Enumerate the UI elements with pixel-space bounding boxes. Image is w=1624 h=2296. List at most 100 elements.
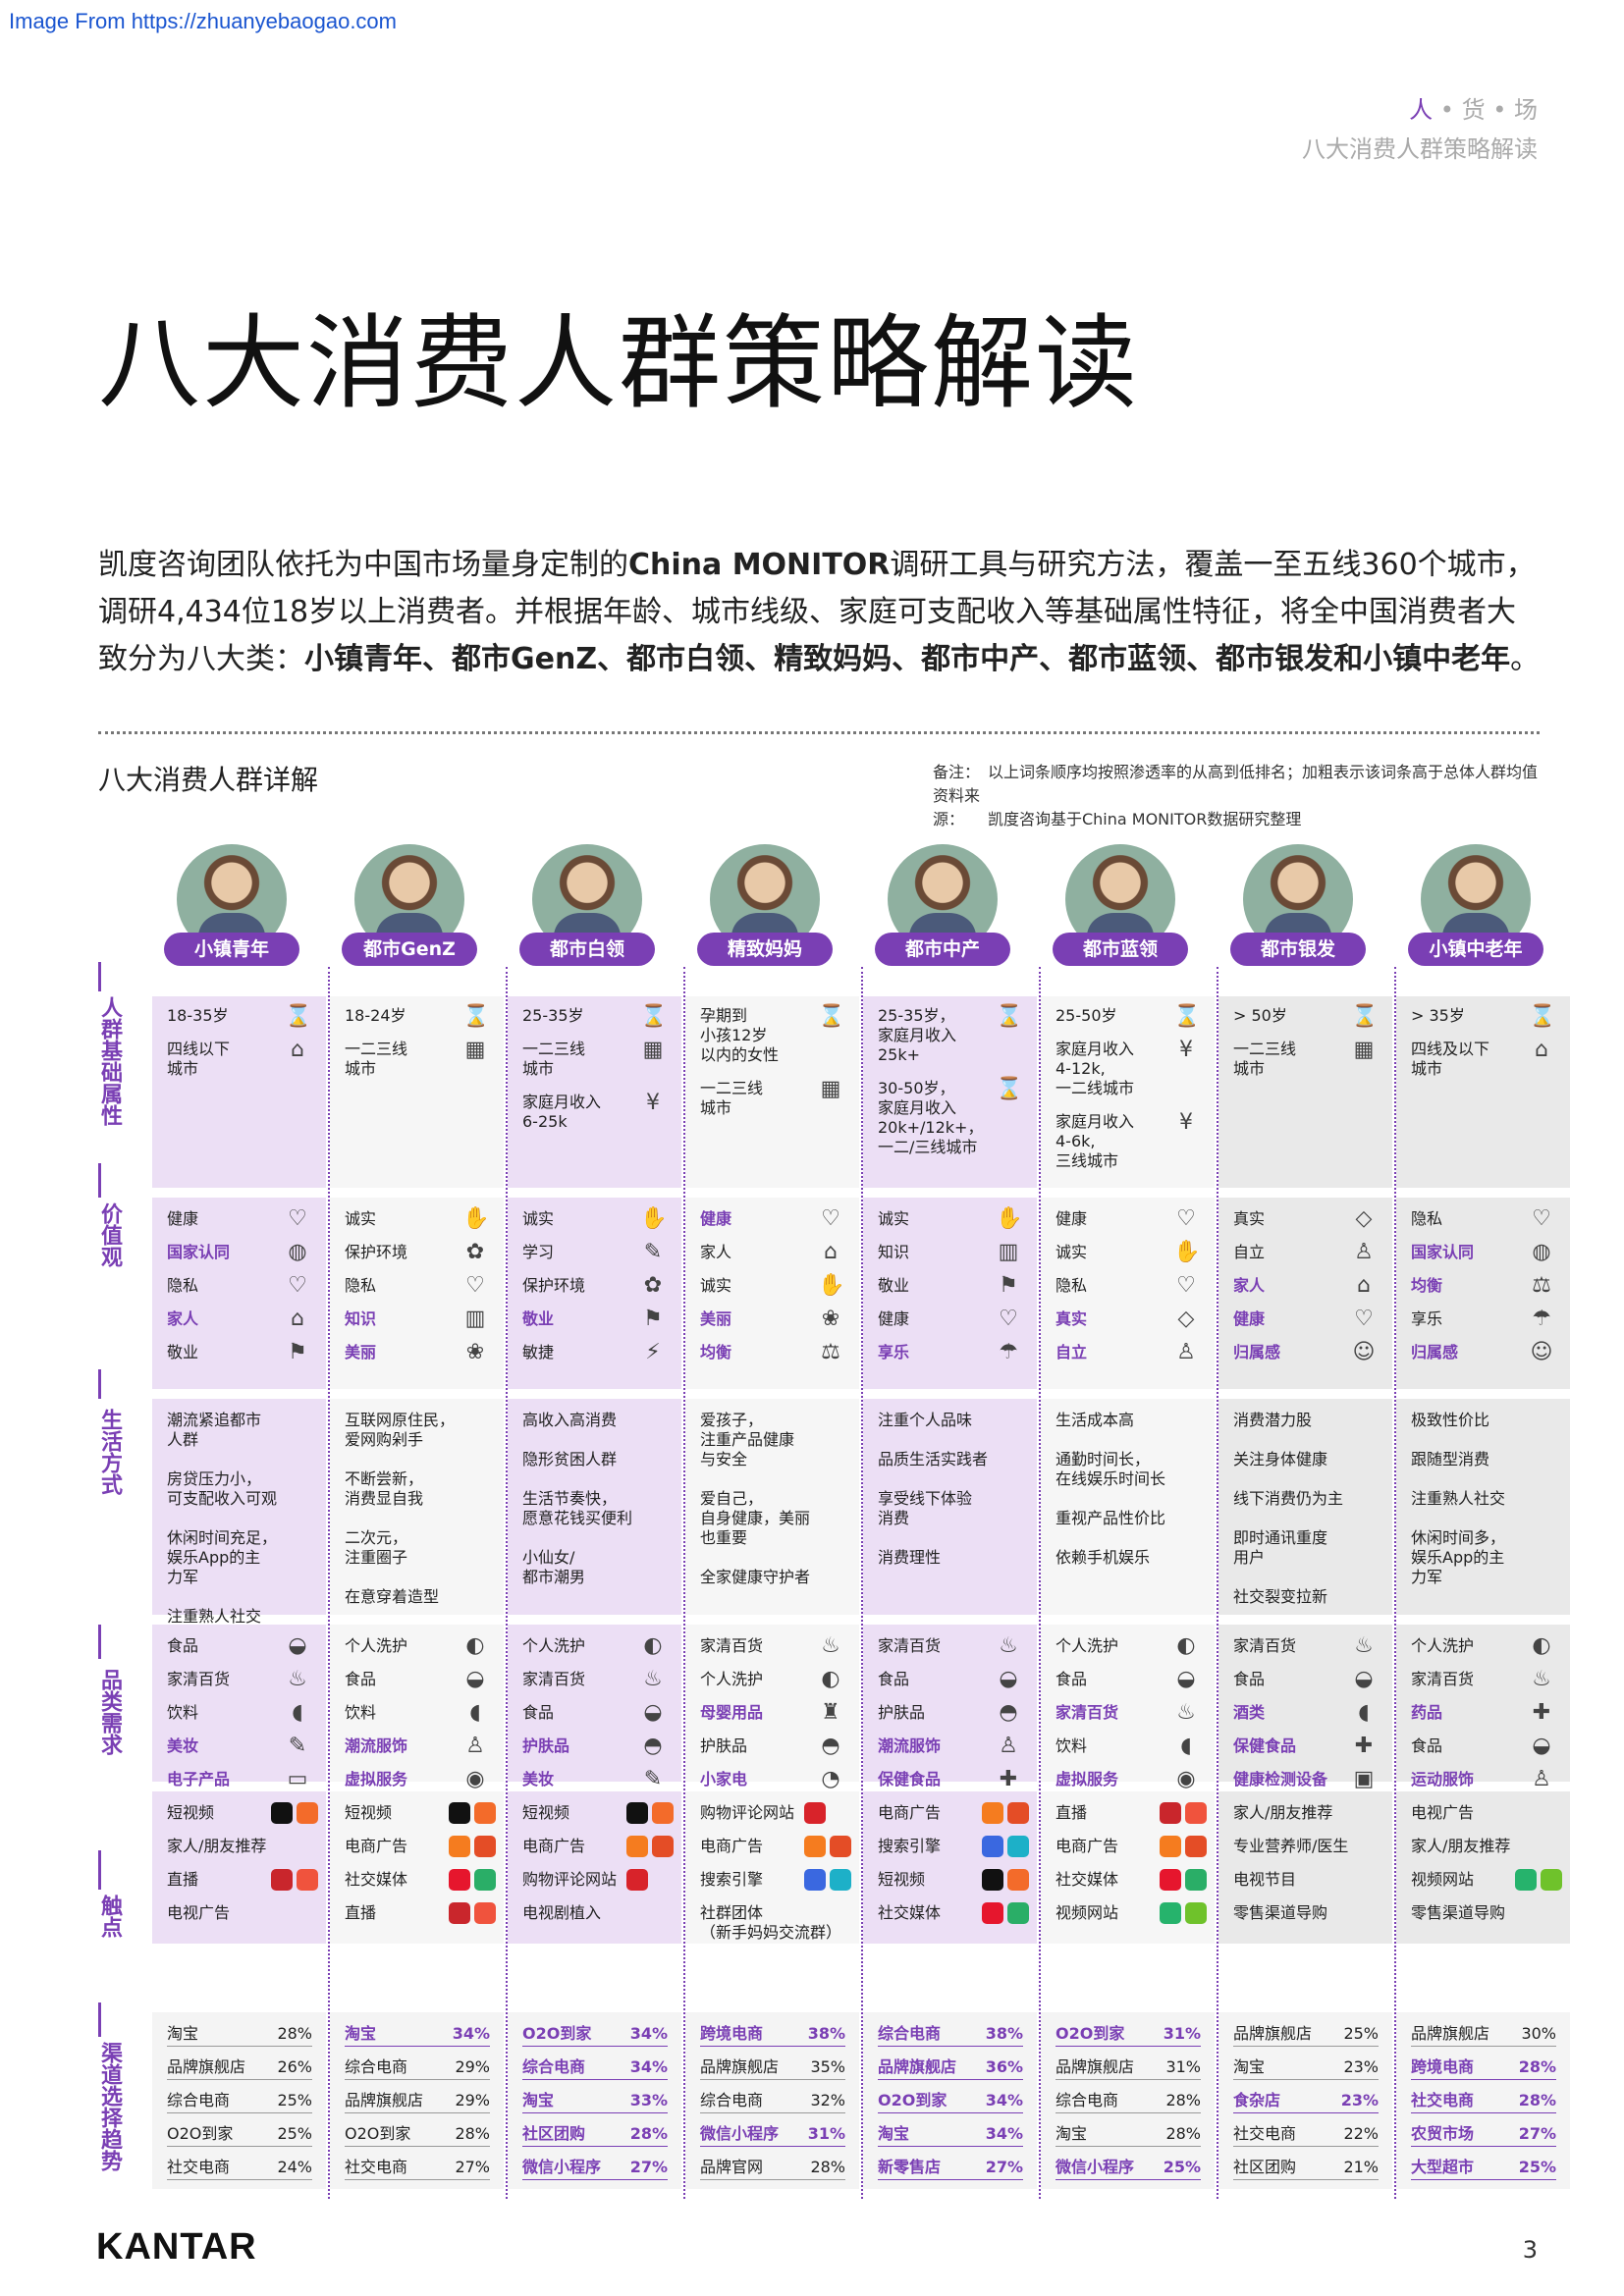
category-item: 个人洗护 [522,1636,586,1655]
block-values: 健康 ♡ 家人 ⌂ 诚实 ✋ 美丽 ❀ 均衡 ⚖ [685,1198,859,1389]
channel-share: 29% [455,2091,490,2109]
lifestyle-item: 社交裂变拉新 [1233,1587,1328,1606]
block-basics: 18-24岁 ⌛ 一二三线 城市 ▦ [330,996,504,1188]
category-icon: ♙ [465,1734,485,1758]
value-icon: ♡ [465,1273,485,1298]
channel-name: 品牌旗舰店 [1233,2024,1313,2043]
channel-share: 28% [810,2158,845,2176]
block-touch: 直播 电商广告 社交媒体 视频网站 [1041,1791,1215,1944]
block-categories: 食品 ◒ 家清百货 ♨ 饮料 ◖ 美妆 ✎ 电子产品 ▭ [152,1625,326,1791]
lifestyle-item: 注重熟人社交 [167,1607,262,1626]
value-item: 美丽 [700,1309,732,1328]
category-item: 运动服饰 [1411,1770,1475,1789]
category-item: 电子产品 [167,1770,231,1789]
channel-share: 25% [277,2091,312,2109]
basic-attribute: 孕期到 小孩12岁 以内的女性 [700,1006,780,1064]
channel-share: 36% [985,2057,1023,2076]
value-item: 家人 [700,1243,732,1261]
category-icon: ♜ [821,1700,840,1725]
channel-underline [522,2179,668,2180]
channel-name: 社区团购 [1233,2158,1297,2176]
value-icon: ♡ [288,1273,307,1298]
source-label: 资料来源： [932,786,980,828]
block-channels: O2O到家 34% 综合电商 34% 淘宝 33% 社区团购 28% 微信小程序 27% [508,2012,681,2189]
platform-logo-icon [1515,1869,1537,1891]
attribute-icon: ▦ [820,1077,841,1101]
block-channels: 淘宝 28% 品牌旗舰店 26% 综合电商 25% O2O到家 25% 社交电商 24% [152,2012,326,2189]
channel-underline [878,2112,1023,2113]
touchpoint-item: 电视广告 [1411,1803,1475,1822]
value-item: 保护环境 [345,1243,408,1261]
touchpoint-item: 家人/朋友推荐 [1411,1837,1511,1855]
value-icon: ⌂ [291,1307,304,1331]
channel-underline [1056,2112,1201,2113]
platform-logo-icon [1007,1836,1029,1857]
block-touch: 电视广告 家人/朋友推荐 视频网站 零售渠道导购 [1396,1791,1570,1944]
platform-logo-icon [271,1869,293,1891]
lifestyle-item: 消费潜力股 [1233,1411,1313,1429]
category-icon: ♙ [1532,1767,1551,1791]
row-label: 生活方式 [97,1409,122,1495]
lifestyle-item: 极致性价比 [1411,1411,1490,1429]
value-item: 保护环境 [522,1276,586,1295]
category-item: 家清百货 [1411,1670,1475,1688]
channel-share: 28% [1518,2057,1556,2076]
category-icon: ◐ [821,1667,840,1691]
intro-end: 。 [1510,642,1541,676]
channel-name: 品牌旗舰店 [345,2091,424,2109]
category-icon: ◐ [465,1633,485,1658]
category-icon: ♨ [999,1633,1018,1658]
value-icon: ♡ [1176,1206,1196,1231]
value-item: 健康 [1056,1209,1088,1228]
category-item: 护肤品 [878,1703,926,1722]
value-item: 学习 [522,1243,555,1261]
row-label: 触点 [97,1895,122,1938]
platform-logo-icon [1160,1902,1181,1924]
attribute-icon: ⌛ [818,1004,845,1029]
attribute-icon: ⌛ [285,1004,312,1029]
lifestyle-item: 高收入高消费 [522,1411,618,1429]
platform-logo-icon [474,1802,496,1824]
block-channels: 跨境电商 38% 品牌旗舰店 35% 综合电商 32% 微信小程序 31% 品牌官网 28% [685,2012,859,2189]
value-icon: ⚑ [643,1307,663,1331]
channel-name: 淘宝 [522,2091,555,2109]
category-icon: ✚ [999,1767,1018,1791]
platform-logo-icon [297,1802,318,1824]
basic-attribute: 25-50岁 [1056,1006,1117,1025]
platform-logo-icon [652,1802,674,1824]
block-values: 健康 ♡ 国家认同 ◍ 隐私 ♡ 家人 ⌂ 敬业 ⚑ [152,1198,326,1389]
value-icon: ♙ [1354,1240,1374,1264]
block-categories: 个人洗护 ◐ 家清百货 ♨ 食品 ◒ 护肤品 ◓ 美妆 ✎ [508,1625,681,1791]
basic-attribute: 一二三线 城市 [522,1040,586,1078]
block-values: 健康 ♡ 诚实 ✋ 隐私 ♡ 真实 ◇ 自立 ♙ [1041,1198,1215,1389]
block-values: 隐私 ♡ 国家认同 ◍ 均衡 ⚖ 享乐 ☂ 归属感 ☺ [1396,1198,1570,1389]
basic-attribute: > 50岁 [1233,1006,1287,1025]
category-icon: ♨ [1532,1667,1551,1691]
value-item: 隐私 [345,1276,377,1295]
lifestyle-item: 消费理性 [878,1548,942,1567]
category-item: 小家电 [700,1770,748,1789]
basic-attribute: > 35岁 [1411,1006,1465,1025]
value-item: 诚实 [345,1209,377,1228]
category-item: 美妆 [167,1736,199,1755]
category-item: 饮料 [167,1703,199,1722]
value-item: 健康 [700,1209,732,1228]
channel-name: O2O到家 [878,2091,947,2109]
category-icon: ♨ [1354,1633,1374,1658]
attribute-icon: ⌛ [462,1004,490,1029]
touchpoint-item: 社交媒体 [878,1903,942,1922]
attribute-icon: ¥ [1179,1038,1193,1062]
category-icon: ▣ [1353,1767,1375,1791]
touchpoint-item: 搜索引擎 [878,1837,942,1855]
channel-share: 25% [1343,2024,1379,2043]
attribute-icon: ¥ [646,1091,660,1115]
value-item: 享乐 [1411,1309,1443,1328]
channel-share: 32% [810,2091,845,2109]
category-icon: ♨ [821,1633,840,1658]
attribute-icon: ▦ [1353,1038,1375,1062]
block-categories: 个人洗护 ◐ 食品 ◒ 家清百货 ♨ 饮料 ◖ 虚拟服务 ◉ [1041,1625,1215,1791]
channel-underline [167,2079,312,2080]
channel-share: 34% [985,2124,1023,2143]
value-icon: ▥ [464,1307,486,1331]
lifestyle-item: 在意穿着造型 [345,1587,440,1606]
